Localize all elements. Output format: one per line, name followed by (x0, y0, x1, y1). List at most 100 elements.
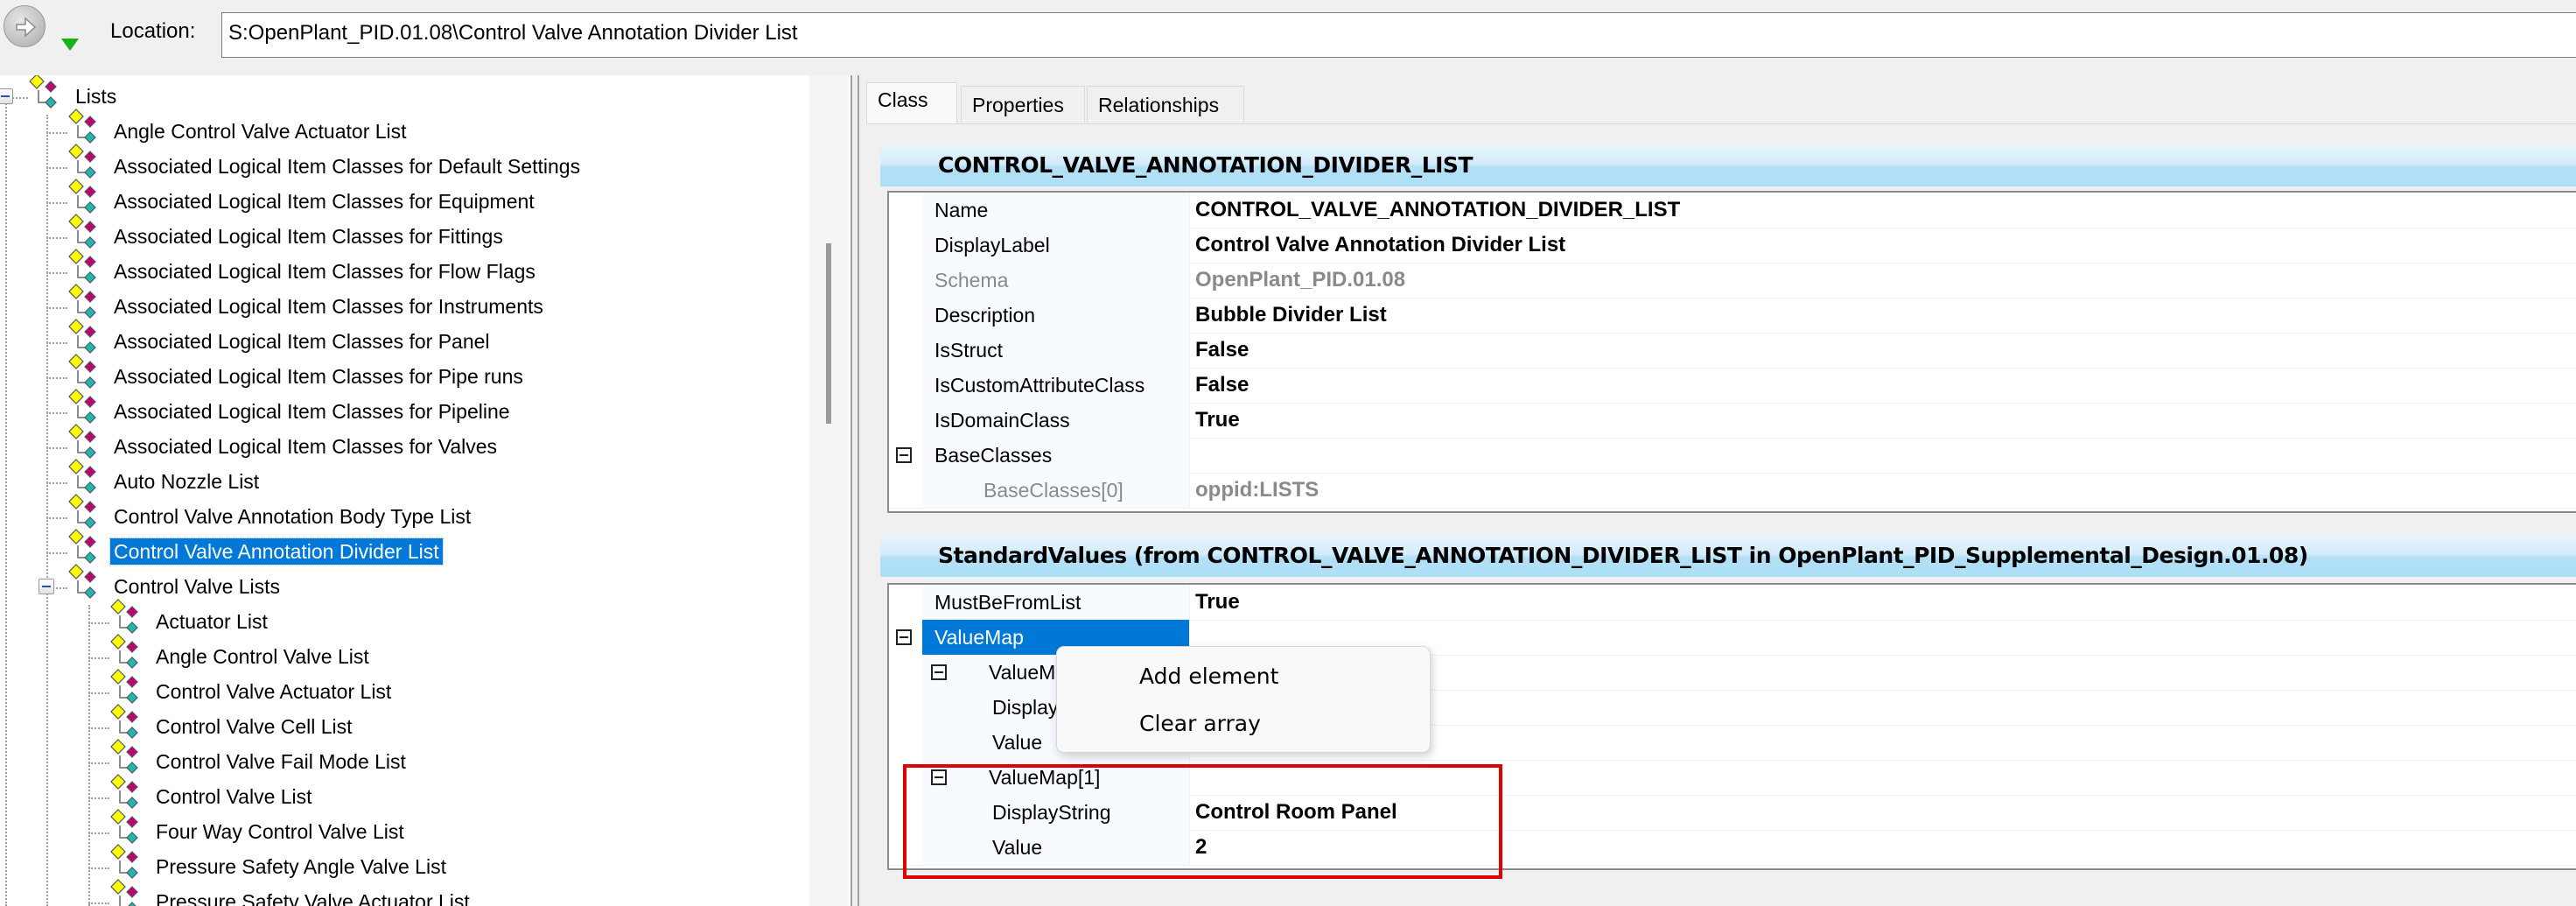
tree-item[interactable]: Associated Logical Item Classes for Pane… (0, 319, 807, 360)
tree-item-label: Four Way Control Valve List (156, 820, 404, 843)
tree-item[interactable]: Angle Control Valve Actuator List (0, 109, 807, 150)
tree-guide-line (46, 167, 67, 169)
tree-guide-line (46, 412, 67, 414)
tree-item[interactable]: Associated Logical Item Classes for Inst… (0, 284, 807, 325)
tree-item-label: Control Valve Fail Mode List (156, 750, 406, 773)
property-name: MustBeFromList (922, 585, 1190, 620)
row-gutter (889, 193, 922, 228)
tree-item[interactable]: Control Valve Annotation Divider List (0, 529, 807, 570)
tree-guide-line (88, 622, 109, 624)
tree-guide-line (88, 832, 109, 834)
property-row[interactable]: BaseClasses[0] oppid:LISTS (889, 473, 2576, 509)
row-gutter (889, 690, 922, 725)
tree-guide-line (46, 342, 67, 344)
property-value: OpenPlant_PID.01.08 (1195, 268, 1406, 291)
row-gutter (889, 473, 922, 508)
collapse-toggle-icon[interactable] (896, 447, 912, 463)
tree-item-label: Angle Control Valve Actuator List (114, 120, 407, 143)
property-name: Name (922, 193, 1190, 228)
tree-item-label: Associated Logical Item Classes for Fitt… (114, 225, 503, 248)
tree-item-label: Associated Logical Item Classes for Pipe… (114, 400, 510, 423)
property-name: DisplayLabel (922, 228, 1190, 263)
tree-guide-line (88, 902, 109, 904)
menu-item-add-element[interactable]: Add element (1062, 654, 1424, 699)
tree-scrollbar[interactable] (809, 75, 849, 906)
tree-guide-line (46, 307, 67, 309)
row-gutter (889, 725, 922, 760)
tree-item-label: Control Valve List (156, 785, 312, 808)
row-gutter (889, 368, 922, 403)
tree-guide-line (46, 552, 67, 554)
tree-item[interactable]: Associated Logical Item Classes for Fitt… (0, 214, 807, 255)
standard-values-section-header: StandardValues (from CONTROL_VALVE_ANNOT… (880, 535, 2576, 577)
property-name: BaseClasses (922, 438, 1190, 473)
tree-guide-line (46, 377, 67, 379)
tree-item-label: Pressure Safety Angle Valve List (156, 855, 446, 878)
property-name: BaseClasses[0] (922, 473, 1190, 508)
tree-item[interactable]: Lists (0, 75, 807, 115)
tab-properties[interactable]: Properties (961, 86, 1085, 123)
property-value[interactable]: True (1195, 403, 1240, 438)
tree-item-label: Pressure Safety Valve Actuator List (156, 890, 470, 906)
tree-guide-line (46, 272, 67, 274)
tree-item-label: Associated Logical Item Classes for Pipe… (114, 365, 523, 388)
tree-item[interactable]: Pressure Safety Valve Actuator List (0, 879, 807, 906)
tree-item-label: Associated Logical Item Classes for Flow… (114, 260, 536, 283)
forward-arrow-icon[interactable] (4, 5, 46, 47)
tree-guide-line (88, 762, 109, 764)
tree-item[interactable]: Control Valve Annotation Body Type List (0, 494, 807, 535)
tree-item[interactable]: Associated Logical Item Classes for Pipe… (0, 354, 807, 395)
property-value[interactable]: Bubble Divider List (1195, 298, 1387, 333)
tree-item[interactable]: Associated Logical Item Classes for Valv… (0, 424, 807, 465)
property-name: IsCustomAttributeClass (922, 368, 1190, 403)
property-value[interactable]: CONTROL_VALVE_ANNOTATION_DIVIDER_LIST (1195, 193, 1680, 228)
tree-scrollbar-thumb[interactable] (826, 243, 831, 424)
property-name: IsDomainClass (922, 403, 1190, 438)
green-triangle-down-icon[interactable] (61, 39, 79, 51)
property-value[interactable]: False (1195, 333, 1249, 368)
tree-item-label: Lists (75, 85, 117, 108)
collapse-toggle-icon[interactable] (931, 664, 947, 680)
property-row[interactable]: Name CONTROL_VALVE_ANNOTATION_DIVIDER_LIS… (889, 193, 2576, 228)
collapse-toggle-icon[interactable] (0, 88, 13, 104)
property-row[interactable]: Description Bubble Divider List (889, 298, 2576, 334)
property-row[interactable]: IsDomainClass True (889, 403, 2576, 439)
tree-item[interactable]: Auto Nozzle List (0, 459, 807, 500)
tree-item-label: Associated Logical Item Classes for Defa… (114, 155, 581, 178)
tree-item[interactable]: Associated Logical Item Classes for Flow… (0, 249, 807, 290)
property-row[interactable]: Schema OpenPlant_PID.01.08 (889, 263, 2576, 298)
property-value[interactable]: False (1195, 368, 1249, 403)
collapse-toggle-icon[interactable] (896, 629, 912, 645)
property-row[interactable]: MustBeFromList True (889, 585, 2576, 621)
property-row[interactable]: DisplayLabel Control Valve Annotation Div… (889, 228, 2576, 263)
property-value[interactable]: True (1195, 585, 1240, 620)
highlight-box (903, 764, 1502, 879)
tree-guide-line (46, 447, 67, 449)
property-value: oppid:LISTS (1195, 478, 1320, 502)
tree-item[interactable]: Associated Logical Item Classes for Equi… (0, 179, 807, 220)
row-gutter (889, 333, 922, 368)
property-row[interactable]: IsStruct False (889, 333, 2576, 369)
property-row[interactable]: BaseClasses (889, 438, 2576, 474)
property-name: IsStruct (922, 333, 1190, 368)
class-property-grid: Name CONTROL_VALVE_ANNOTATION_DIVIDER_LIS… (887, 191, 2576, 513)
tree-item[interactable]: Associated Logical Item Classes for Defa… (0, 144, 807, 185)
tree-guide-line (46, 237, 67, 239)
tree-item-label: Control Valve Lists (114, 575, 281, 598)
property-row[interactable]: IsCustomAttributeClass False (889, 368, 2576, 404)
class-section-header: CONTROL_VALVE_ANNOTATION_DIVIDER_LIST (880, 144, 2576, 186)
tree-item-label: Control Valve Annotation Divider List (109, 537, 444, 565)
property-value[interactable]: Control Valve Annotation Divider List (1195, 228, 1565, 263)
tree-guide-line (46, 482, 67, 484)
tree-guide-line (88, 657, 109, 659)
row-gutter (889, 298, 922, 333)
menu-item-clear-array[interactable]: Clear array (1062, 701, 1424, 747)
property-name: Description (922, 298, 1190, 333)
location-input[interactable]: S:OpenPlant_PID.01.08\Control Valve Anno… (221, 12, 2576, 58)
class-list-icon (26, 75, 65, 116)
tab-class[interactable]: Class (866, 82, 957, 124)
tree-guide-line (88, 692, 109, 694)
tab-relationships[interactable]: Relationships (1087, 86, 1244, 123)
tree-item[interactable]: Associated Logical Item Classes for Pipe… (0, 389, 807, 430)
collapse-toggle-icon[interactable] (38, 579, 54, 594)
